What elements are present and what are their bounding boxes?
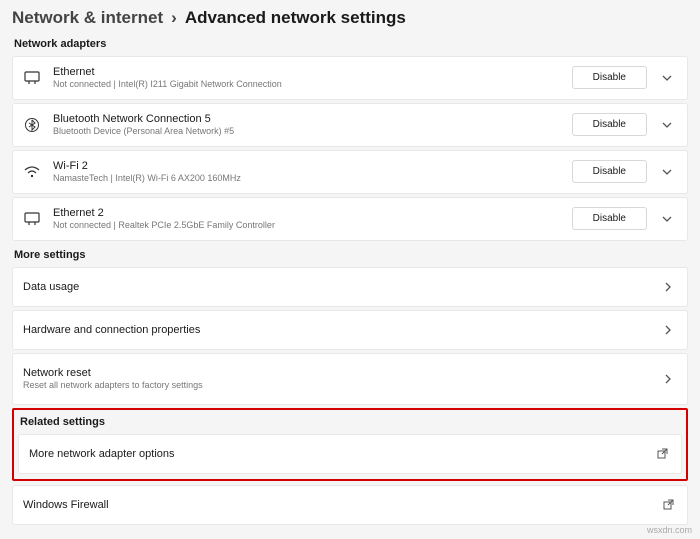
link-title-text: Network reset: [23, 366, 659, 380]
chevron-down-icon[interactable]: [657, 75, 677, 81]
adapter-info: Ethernet 2 Not connected | Realtek PCIe …: [53, 206, 572, 232]
breadcrumb-separator: ›: [171, 8, 177, 28]
link-network-reset[interactable]: Network reset Reset all network adapters…: [12, 353, 688, 405]
chevron-right-icon: [659, 374, 677, 384]
adapter-row-ethernet2[interactable]: Ethernet 2 Not connected | Realtek PCIe …: [12, 197, 688, 241]
highlight-box: Related settings More network adapter op…: [12, 408, 688, 481]
chevron-right-icon: [659, 325, 677, 335]
adapter-row-wifi[interactable]: Wi-Fi 2 NamasteTech | Intel(R) Wi-Fi 6 A…: [12, 150, 688, 194]
chevron-right-icon: [659, 282, 677, 292]
breadcrumb-parent[interactable]: Network & internet: [12, 8, 163, 28]
link-title: More network adapter options: [29, 448, 653, 460]
link-hardware-properties[interactable]: Hardware and connection properties: [12, 310, 688, 350]
breadcrumb: Network & internet › Advanced network se…: [12, 8, 688, 28]
chevron-down-icon[interactable]: [657, 216, 677, 222]
adapter-row-bluetooth[interactable]: Bluetooth Network Connection 5 Bluetooth…: [12, 103, 688, 147]
page-title: Advanced network settings: [185, 8, 406, 28]
watermark: wsxdn.com: [647, 525, 692, 535]
adapter-name: Ethernet: [53, 65, 572, 79]
link-sub: Reset all network adapters to factory se…: [23, 380, 659, 392]
section-related-settings: Related settings: [20, 416, 682, 428]
link-title: Windows Firewall: [23, 499, 659, 511]
adapter-info: Ethernet Not connected | Intel(R) I211 G…: [53, 65, 572, 91]
external-link-icon: [659, 499, 677, 510]
disable-button[interactable]: Disable: [572, 160, 647, 183]
disable-button[interactable]: Disable: [572, 113, 647, 136]
link-title: Network reset Reset all network adapters…: [23, 366, 659, 392]
external-link-icon: [653, 448, 671, 459]
link-title: Data usage: [23, 281, 659, 293]
adapter-name: Ethernet 2: [53, 206, 572, 220]
adapter-sub: Bluetooth Device (Personal Area Network)…: [53, 126, 572, 138]
section-more-settings: More settings: [14, 249, 688, 261]
disable-button[interactable]: Disable: [572, 66, 647, 89]
disable-button[interactable]: Disable: [572, 207, 647, 230]
adapter-info: Bluetooth Network Connection 5 Bluetooth…: [53, 112, 572, 138]
adapter-row-ethernet[interactable]: Ethernet Not connected | Intel(R) I211 G…: [12, 56, 688, 100]
link-more-adapter-options[interactable]: More network adapter options: [18, 434, 682, 474]
adapter-sub: Not connected | Intel(R) I211 Gigabit Ne…: [53, 79, 572, 91]
adapter-sub: NamasteTech | Intel(R) Wi-Fi 6 AX200 160…: [53, 173, 572, 185]
adapter-sub: Not connected | Realtek PCIe 2.5GbE Fami…: [53, 220, 572, 232]
adapter-name: Wi-Fi 2: [53, 159, 572, 173]
ethernet-icon: [23, 210, 41, 228]
section-network-adapters: Network adapters: [14, 38, 688, 50]
adapter-info: Wi-Fi 2 NamasteTech | Intel(R) Wi-Fi 6 A…: [53, 159, 572, 185]
wifi-icon: [23, 163, 41, 181]
link-data-usage[interactable]: Data usage: [12, 267, 688, 307]
link-windows-firewall[interactable]: Windows Firewall: [12, 485, 688, 525]
link-title: Hardware and connection properties: [23, 324, 659, 336]
adapter-name: Bluetooth Network Connection 5: [53, 112, 572, 126]
bluetooth-icon: [23, 116, 41, 134]
chevron-down-icon[interactable]: [657, 122, 677, 128]
ethernet-icon: [23, 69, 41, 87]
chevron-down-icon[interactable]: [657, 169, 677, 175]
